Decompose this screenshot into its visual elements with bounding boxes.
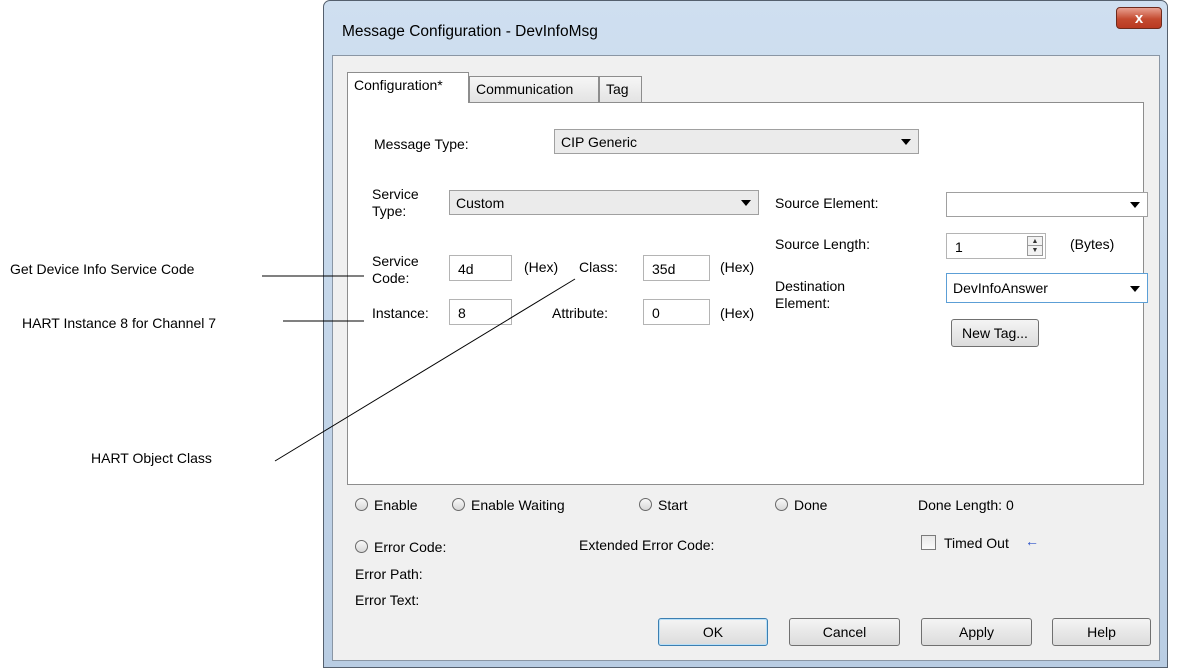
instance-input[interactable]: 8 (449, 299, 512, 325)
radio-indicator-icon (775, 498, 788, 511)
radio-indicator-icon (639, 498, 652, 511)
service-code-label: Service Code: (372, 253, 419, 286)
chevron-down-icon (741, 200, 751, 206)
status-enable-waiting: Enable Waiting (452, 497, 565, 513)
message-configuration-dialog: Message Configuration - DevInfoMsg x Con… (323, 0, 1168, 668)
status-start-label: Start (658, 497, 688, 513)
apply-button[interactable]: Apply (921, 618, 1032, 646)
configuration-panel: Message Type: CIP Generic Service Type: … (347, 102, 1148, 485)
status-error-code-label: Error Code: (374, 539, 447, 555)
class-input[interactable]: 35d (643, 255, 710, 281)
source-length-value: 1 (955, 239, 963, 255)
status-start: Start (639, 497, 688, 513)
service-code-input[interactable]: 4d (449, 255, 512, 281)
attribute-hex-label: (Hex) (720, 305, 755, 321)
chevron-down-icon (1130, 286, 1140, 292)
dialog-client-area: Configuration* Communication Tag Message… (332, 55, 1160, 661)
status-enable-label: Enable (374, 497, 418, 513)
class-hex-label: (Hex) (720, 259, 755, 275)
timed-out-checkbox[interactable] (921, 535, 936, 550)
done-length: Done Length: 0 (918, 497, 1014, 513)
arrow-left-icon: ← (1025, 533, 1039, 549)
chevron-down-icon (901, 139, 911, 145)
status-enable: Enable (355, 497, 418, 513)
attribute-input[interactable]: 0 (643, 299, 710, 325)
service-code-hex-label: (Hex) (524, 259, 559, 275)
attribute-label: Attribute: (552, 305, 609, 321)
service-type-dropdown[interactable]: Custom (449, 190, 759, 215)
close-icon: x (1134, 10, 1144, 27)
radio-indicator-icon (355, 498, 368, 511)
ok-button[interactable]: OK (658, 618, 768, 646)
error-path-label: Error Path: (355, 566, 423, 582)
instance-label: Instance: (372, 305, 429, 321)
callout-instance: HART Instance 8 for Channel 7 (22, 315, 217, 331)
destination-element-value: DevInfoAnswer (953, 280, 1048, 296)
source-length-stepper[interactable]: 1 ▲ ▼ (946, 233, 1046, 259)
status-done-label: Done (794, 497, 828, 513)
message-type-dropdown[interactable]: CIP Generic (554, 129, 919, 154)
service-type-label: Service Type: (372, 186, 419, 219)
source-element-label: Source Element: (775, 195, 879, 211)
radio-indicator-icon (355, 540, 368, 553)
error-text-label: Error Text: (355, 592, 420, 608)
close-button[interactable]: x (1116, 7, 1162, 29)
tab-tag-label: Tag (606, 81, 629, 97)
status-done: Done (775, 497, 827, 513)
message-type-value: CIP Generic (561, 134, 637, 150)
tab-configuration[interactable]: Configuration* (347, 72, 469, 103)
chevron-down-icon (1130, 202, 1140, 208)
title-bar[interactable]: Message Configuration - DevInfoMsg x (324, 1, 1167, 53)
source-length-label: Source Length: (775, 236, 870, 252)
source-element-dropdown[interactable] (946, 192, 1148, 217)
help-button[interactable]: Help (1052, 618, 1151, 646)
cancel-button[interactable]: Cancel (789, 618, 900, 646)
class-label: Class: (579, 259, 618, 275)
status-enable-waiting-label: Enable Waiting (471, 497, 565, 513)
spinner-arrows-icon[interactable]: ▲ ▼ (1027, 236, 1043, 256)
callout-object-class: HART Object Class (91, 450, 212, 466)
destination-element-label: Destination Element: (775, 278, 846, 311)
bytes-label: (Bytes) (1070, 236, 1115, 252)
callout-service-code: Get Device Info Service Code (10, 261, 195, 277)
status-error-code: Error Code: (355, 539, 446, 555)
tab-tag[interactable]: Tag (599, 76, 642, 102)
timed-out-label: Timed Out (944, 535, 1009, 551)
new-tag-button[interactable]: New Tag... (951, 319, 1039, 347)
dialog-title: Message Configuration - DevInfoMsg (342, 23, 598, 40)
tab-communication[interactable]: Communication (469, 76, 599, 102)
radio-indicator-icon (452, 498, 465, 511)
service-type-value: Custom (456, 195, 505, 211)
tab-communication-label: Communication (476, 81, 574, 97)
message-type-label: Message Type: (374, 136, 469, 152)
destination-element-dropdown[interactable]: DevInfoAnswer (946, 273, 1148, 303)
tab-configuration-label: Configuration* (354, 77, 443, 93)
extended-error-code-label: Extended Error Code: (579, 537, 715, 553)
